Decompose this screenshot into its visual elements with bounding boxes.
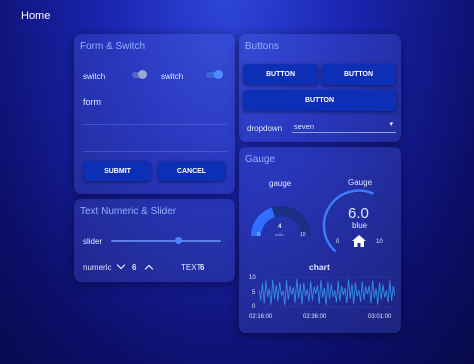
form-field-line-1[interactable]: [83, 124, 227, 125]
button-3[interactable]: BUTTON: [243, 90, 396, 111]
dropdown-value: seven: [294, 122, 315, 131]
x-tick-label: 02:16:00: [249, 314, 273, 320]
switch1-toggle[interactable]: [132, 70, 148, 80]
button-1[interactable]: BUTTON: [243, 64, 318, 85]
page-title: Home: [21, 10, 51, 22]
switch2-toggle[interactable]: [206, 70, 224, 80]
card-title: Text Numeric & Slider: [80, 206, 177, 217]
gauge1-min: 0: [257, 232, 260, 238]
gauge-card: Gauge gauge 4 units 0 10 Gauge 6.0 blue …: [239, 147, 401, 333]
switch2-knob: [214, 70, 223, 79]
cancel-button[interactable]: CANCEL: [158, 161, 225, 181]
y-tick-label: 5: [252, 290, 256, 296]
slider-track: [111, 240, 221, 242]
x-tick-label: 02:36:00: [303, 314, 327, 320]
dropdown-arrow-icon: ▾: [389, 121, 393, 128]
dropdown-select[interactable]: seven ▾: [292, 120, 396, 133]
gauge1-value: 4: [278, 224, 282, 230]
switch1-knob: [138, 70, 147, 79]
gauge1-label: gauge: [269, 179, 292, 188]
numeric-value[interactable]: 6: [132, 263, 136, 272]
buttons-card: Buttons BUTTON BUTTON BUTTON dropdown se…: [239, 34, 401, 142]
form-label: form: [83, 97, 101, 107]
numeric-decrement-icon[interactable]: [116, 260, 126, 270]
submit-button[interactable]: SUBMIT: [84, 161, 151, 181]
gauge2-min: 0: [336, 239, 340, 245]
switch2-label: switch: [161, 72, 184, 81]
card-title: Form & Switch: [80, 41, 146, 52]
gauge1-units: units: [275, 232, 284, 237]
form-field-line-2[interactable]: [83, 151, 227, 152]
text-label: TEXT: [181, 263, 202, 272]
slider-label: slider: [83, 237, 103, 246]
text-value: 6: [200, 263, 205, 272]
card-title: Gauge: [245, 154, 276, 165]
text-numeric-slider-card: Text Numeric & Slider slider numeric 6 T…: [74, 199, 235, 282]
numeric-label: numeric: [83, 263, 112, 272]
slider[interactable]: [111, 236, 221, 246]
form-switch-card: Form & Switch switch switch form SUBMIT …: [74, 34, 235, 194]
chart-title: chart: [309, 262, 330, 272]
home-icon: [352, 235, 366, 247]
slider-knob[interactable]: [175, 237, 182, 244]
dropdown-underline: [292, 132, 396, 133]
y-tick-label: 10: [249, 275, 256, 281]
card-title: Buttons: [245, 41, 279, 52]
gauge2-label: Gauge: [348, 178, 373, 187]
numeric-increment-icon[interactable]: [144, 264, 154, 274]
gauge1-max: 10: [300, 232, 306, 238]
button-2[interactable]: BUTTON: [321, 64, 396, 85]
gauge2-max: 10: [376, 239, 383, 245]
chart-plot: [259, 276, 395, 308]
switch1-label: switch: [83, 72, 106, 81]
top-bar: Home: [0, 0, 474, 30]
gauge2-value: 6.0: [348, 205, 369, 222]
x-tick-label: 03:01:00: [368, 314, 392, 320]
gauge2-sublabel: blue: [352, 221, 368, 230]
dropdown-label: dropdown: [247, 124, 283, 133]
y-tick-label: 0: [252, 304, 256, 310]
